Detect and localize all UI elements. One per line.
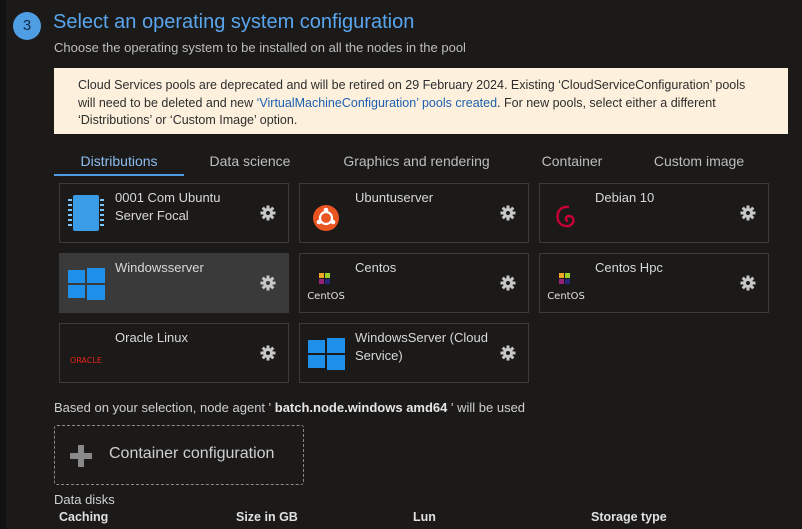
ubuntu-icon bbox=[313, 205, 339, 231]
debian-icon bbox=[556, 205, 575, 228]
gear-icon[interactable] bbox=[260, 205, 276, 221]
gear-icon[interactable] bbox=[260, 345, 276, 361]
os-option-label: Ubuntuserver bbox=[355, 190, 434, 205]
os-option-centos-hpc[interactable]: CentOS Centos Hpc bbox=[539, 253, 769, 313]
node-agent-info: Based on your selection, node agent ' ba… bbox=[54, 400, 525, 415]
windows-icon bbox=[68, 268, 105, 300]
tab-container[interactable]: Container bbox=[532, 148, 612, 176]
os-option-centos[interactable]: CentOS Centos bbox=[299, 253, 529, 313]
os-option-label: Centos Hpc bbox=[595, 260, 663, 275]
container-configuration-label: Container configuration bbox=[109, 445, 275, 462]
os-option-0001-com-ubuntu-server-focal[interactable]: 0001 Com Ubuntu Server Focal bbox=[59, 183, 289, 243]
gear-icon[interactable] bbox=[740, 275, 756, 291]
node-agent-value: batch.node.windows amd64 bbox=[271, 400, 452, 415]
column-header-storage-type: Storage type bbox=[591, 510, 667, 524]
os-option-ubuntuserver[interactable]: Ubuntuserver bbox=[299, 183, 529, 243]
os-option-windowsserver[interactable]: Windowsserver bbox=[59, 253, 289, 313]
tab-data-science[interactable]: Data science bbox=[200, 148, 300, 176]
oracle-logo-text: ORACLE bbox=[70, 356, 102, 365]
deprecation-notice: Cloud Services pools are deprecated and … bbox=[54, 68, 788, 134]
os-option-debian-10[interactable]: Debian 10 bbox=[539, 183, 769, 243]
os-option-label: WindowsServer (Cloud Service) bbox=[355, 330, 488, 363]
os-option-windowsserver-cloud-service[interactable]: WindowsServer (Cloud Service) bbox=[299, 323, 529, 383]
step-number-badge: 3 bbox=[13, 12, 41, 40]
windows-icon bbox=[308, 338, 345, 370]
column-header-caching: Caching bbox=[59, 510, 109, 524]
column-header-size: Size in GB bbox=[236, 510, 298, 524]
tab-distributions[interactable]: Distributions bbox=[54, 148, 184, 176]
data-disks-label: Data disks bbox=[54, 492, 115, 507]
gear-icon[interactable] bbox=[500, 205, 516, 221]
os-option-label: 0001 Com Ubuntu Server Focal bbox=[115, 190, 221, 223]
centos-logo-text: CentOS bbox=[307, 291, 345, 302]
centos-icon: CentOS bbox=[307, 273, 345, 302]
os-option-label: Windowsserver bbox=[115, 260, 204, 275]
os-option-label: Oracle Linux bbox=[115, 330, 188, 345]
oracle-icon: ORACLE bbox=[70, 356, 102, 365]
container-configuration-button[interactable]: Container configuration bbox=[54, 425, 304, 485]
os-option-oracle-linux[interactable]: ORACLE Oracle Linux bbox=[59, 323, 289, 383]
tab-custom-image[interactable]: Custom image bbox=[644, 148, 754, 176]
column-header-lun: Lun bbox=[413, 510, 436, 524]
notice-link[interactable]: ‘VirtualMachineConfiguration’ pools crea… bbox=[257, 96, 497, 110]
os-tabs: Distributions Data science Graphics and … bbox=[54, 148, 774, 176]
gear-icon[interactable] bbox=[500, 345, 516, 361]
step-subtitle: Choose the operating system to be instal… bbox=[54, 40, 466, 55]
centos-logo-text: CentOS bbox=[547, 291, 585, 302]
plus-icon bbox=[70, 445, 92, 467]
os-option-label: Debian 10 bbox=[595, 190, 655, 205]
left-rail bbox=[0, 0, 6, 529]
centos-icon: CentOS bbox=[547, 273, 585, 302]
gear-icon[interactable] bbox=[260, 275, 276, 291]
gear-icon[interactable] bbox=[500, 275, 516, 291]
node-agent-suffix: ' will be used bbox=[451, 400, 526, 415]
gear-icon[interactable] bbox=[740, 205, 756, 221]
vm-chip-icon bbox=[68, 195, 104, 231]
step-title: Select an operating system configuration bbox=[53, 11, 415, 33]
os-option-label: Centos bbox=[355, 260, 397, 275]
tab-graphics-and-rendering[interactable]: Graphics and rendering bbox=[334, 148, 499, 176]
node-agent-prefix: Based on your selection, node agent ' bbox=[54, 400, 272, 415]
